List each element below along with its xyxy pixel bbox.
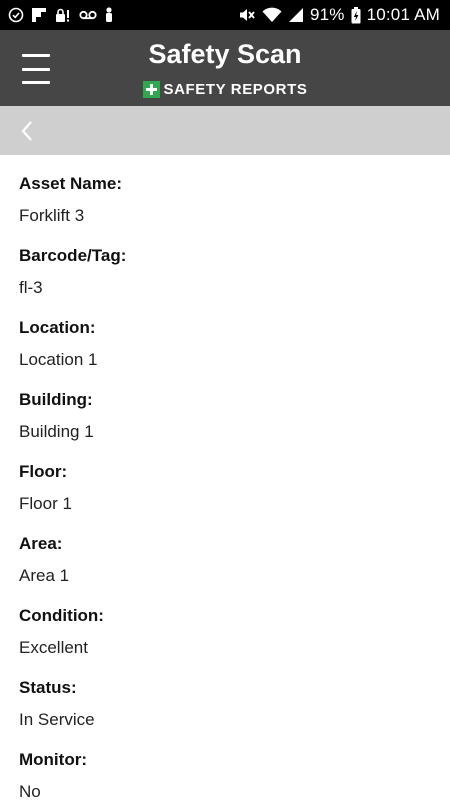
field-label: Asset Name:: [19, 174, 122, 193]
field-location: Location: Location 1: [19, 316, 97, 372]
field-value: Forklift 3: [19, 206, 85, 225]
field-label: Building:: [19, 390, 93, 409]
field-status: Status: In Service: [19, 676, 95, 732]
app-header: Safety Scan SAFETY REPORTS: [0, 30, 450, 106]
plus-cross-icon: [142, 81, 160, 98]
person-icon: [104, 7, 114, 23]
brand-text: SAFETY REPORTS: [163, 81, 308, 98]
battery-percent: 91%: [309, 5, 345, 24]
field-floor: Floor: Floor 1: [19, 460, 72, 516]
field-value: Location 1: [19, 350, 98, 369]
back-chevron-icon[interactable]: [14, 118, 40, 144]
app-title: Safety Scan: [148, 39, 302, 69]
status-right: 91% 10:01 AM: [238, 5, 440, 25]
cell-signal-icon: [288, 7, 304, 23]
field-building: Building: Building 1: [19, 388, 94, 444]
field-label: Barcode/Tag:: [19, 246, 127, 265]
signal-alert-icon: [54, 7, 72, 23]
check-circle-icon: [8, 7, 24, 23]
field-label: Monitor:: [19, 750, 87, 769]
mute-icon: [238, 7, 256, 23]
wifi-icon: [262, 7, 282, 23]
field-value: Floor 1: [19, 494, 72, 513]
field-label: Condition:: [19, 606, 104, 625]
field-label: Status:: [19, 678, 77, 697]
field-value: In Service: [19, 710, 95, 729]
voicemail-icon: [79, 9, 97, 21]
field-monitor: Monitor: No: [19, 748, 87, 800]
field-condition: Condition: Excellent: [19, 604, 104, 660]
clock: 10:01 AM: [366, 5, 440, 24]
asset-details: Asset Name: Forklift 3 Barcode/Tag: fl-3…: [0, 155, 450, 800]
battery-charging-icon: [351, 6, 361, 24]
status-left: [8, 7, 114, 23]
field-asset-name: Asset Name: Forklift 3: [19, 172, 122, 228]
field-label: Floor:: [19, 462, 68, 481]
field-label: Area:: [19, 534, 63, 553]
field-value: Building 1: [19, 422, 94, 441]
field-area: Area: Area 1: [19, 532, 69, 588]
field-value: No: [19, 782, 41, 800]
field-value: fl-3: [19, 278, 43, 297]
back-bar: [0, 106, 450, 155]
field-label: Location:: [19, 318, 96, 337]
field-value: Area 1: [19, 566, 70, 585]
field-barcode-tag: Barcode/Tag: fl-3: [19, 244, 126, 300]
field-value: Excellent: [19, 638, 88, 657]
flipboard-icon: [31, 7, 47, 23]
status-bar: 91% 10:01 AM: [0, 0, 450, 30]
brand-logo: SAFETY REPORTS: [0, 81, 450, 98]
